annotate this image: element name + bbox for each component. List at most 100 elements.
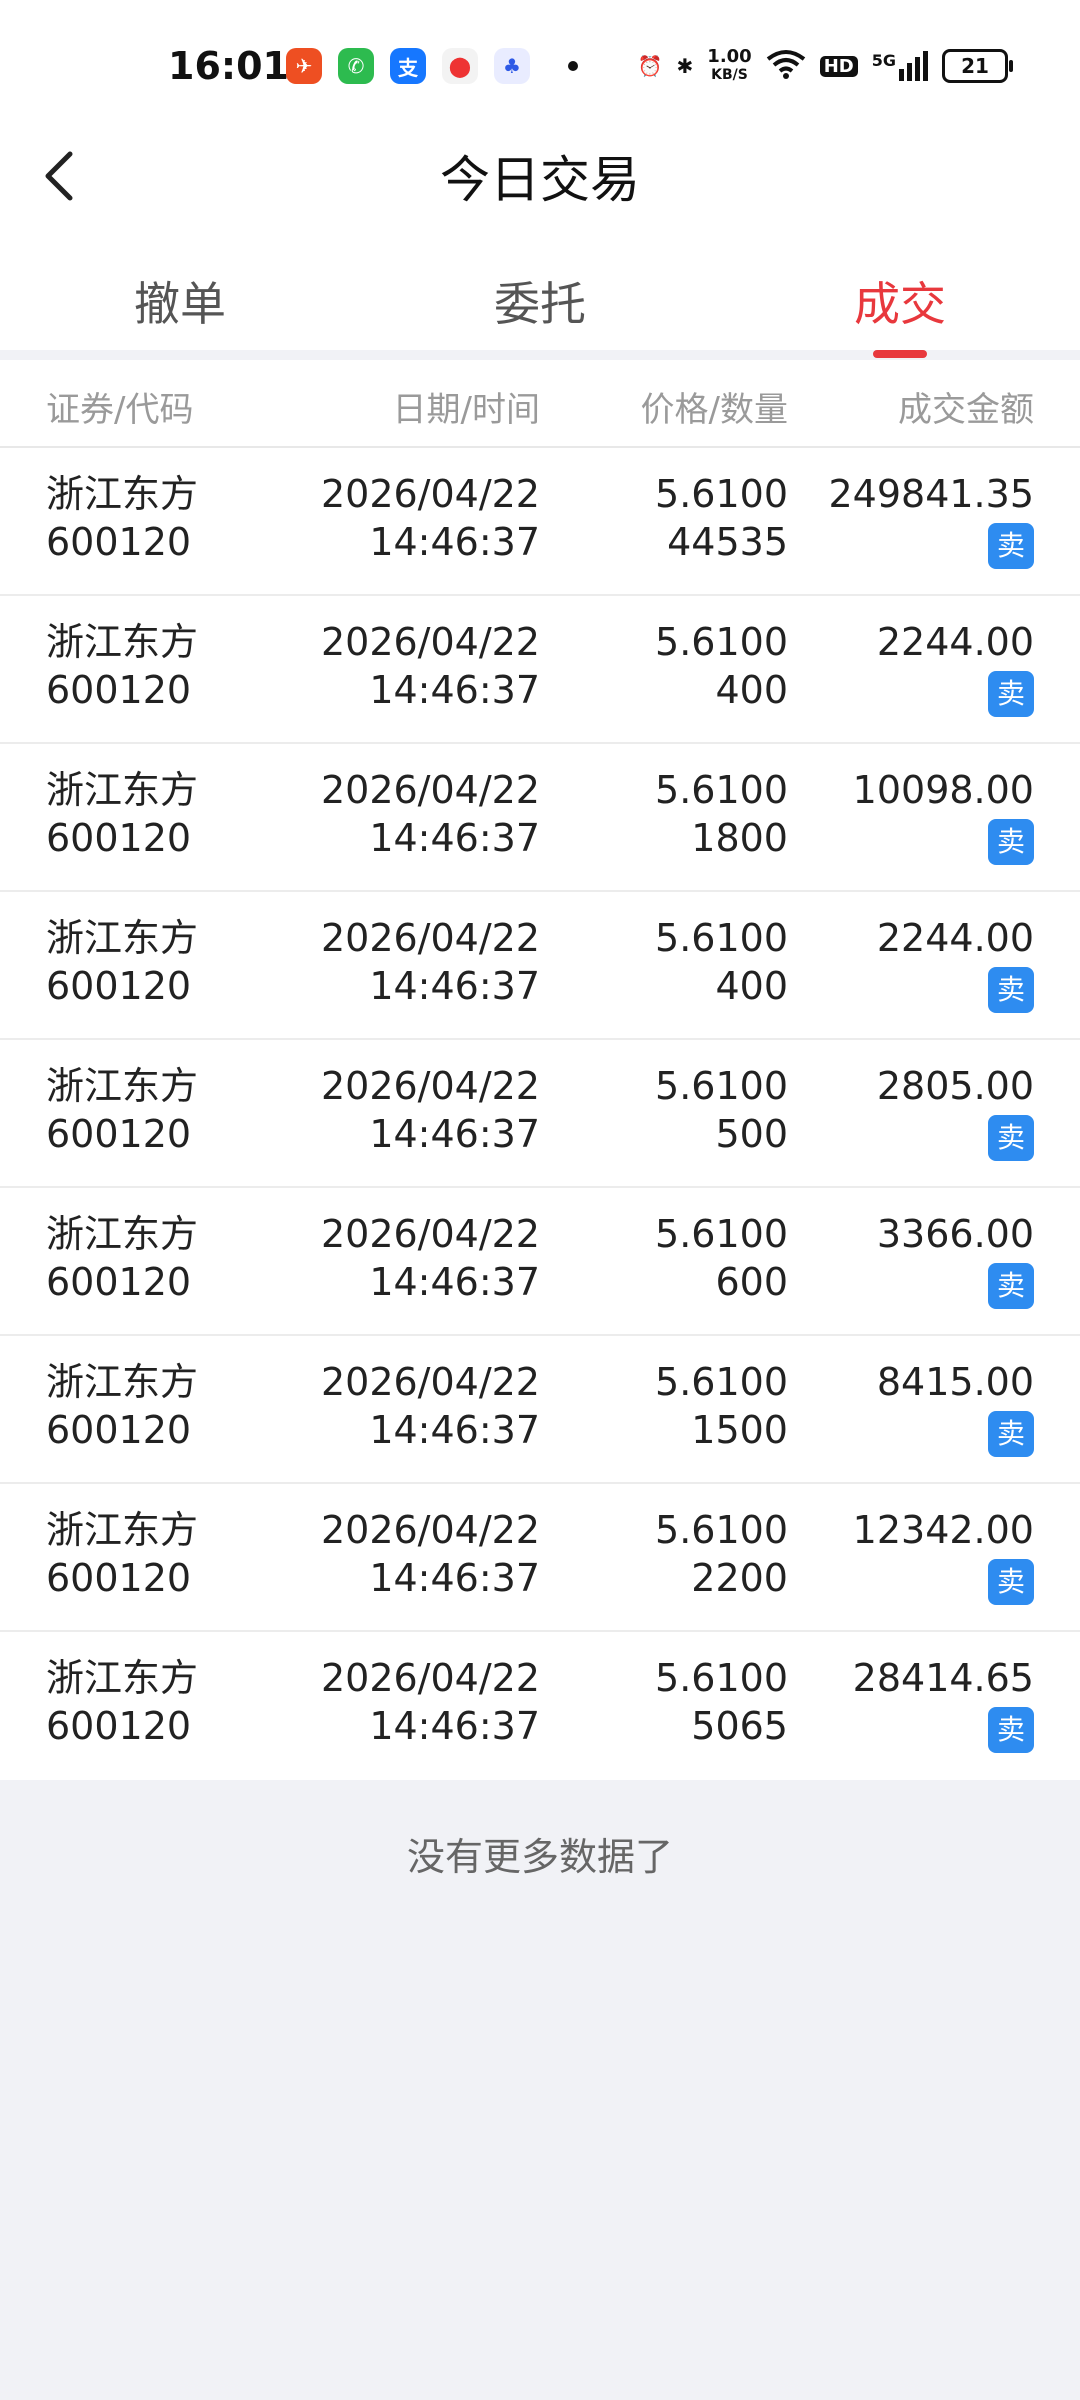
trade-amount: 2805.00 bbox=[876, 1064, 1034, 1108]
security-code: 600120 bbox=[46, 1260, 192, 1304]
security-code: 600120 bbox=[46, 1112, 192, 1156]
bluetooth-icon: ✱ bbox=[676, 54, 694, 78]
signal-5g-icon: 5G bbox=[872, 51, 928, 81]
trade-time: 14:46:37 bbox=[369, 816, 540, 860]
trade-price: 5.6100 bbox=[655, 1656, 788, 1700]
table-row[interactable]: 浙江东方 600120 2026/04/22 14:46:37 5.6100 2200… bbox=[0, 1484, 1080, 1632]
security-name: 浙江东方 bbox=[46, 1212, 199, 1256]
security-code: 600120 bbox=[46, 964, 192, 1008]
table-row[interactable]: 浙江东方 600120 2026/04/22 14:46:37 5.6100 4453… bbox=[0, 448, 1080, 596]
trade-quantity: 44535 bbox=[667, 520, 788, 564]
more-notifications-icon bbox=[568, 61, 578, 71]
battery-icon: 21 bbox=[942, 49, 1013, 83]
trade-price: 5.6100 bbox=[655, 916, 788, 960]
trade-amount: 8415.00 bbox=[876, 1360, 1034, 1404]
table-row[interactable]: 浙江东方 600120 2026/04/22 14:46:37 5.6100 400 … bbox=[0, 892, 1080, 1040]
trade-price: 5.6100 bbox=[655, 1508, 788, 1552]
trade-price: 5.6100 bbox=[655, 472, 788, 516]
flyer-app-icon: ✈ bbox=[286, 48, 322, 84]
table-row[interactable]: 浙江东方 600120 2026/04/22 14:46:37 5.6100 1800… bbox=[0, 744, 1080, 892]
column-header-amount: 成交金额 bbox=[898, 390, 1034, 430]
trade-time: 14:46:37 bbox=[369, 1556, 540, 1600]
sell-badge: 卖 bbox=[988, 1559, 1034, 1605]
tab-orders[interactable]: 委托 bbox=[360, 268, 720, 358]
security-name: 浙江东方 bbox=[46, 1064, 199, 1108]
table-row[interactable]: 浙江东方 600120 2026/04/22 14:46:37 5.6100 500 … bbox=[0, 1040, 1080, 1188]
trade-date: 2026/04/22 bbox=[320, 916, 540, 960]
notification-icons: ✈ ✆ 支 ⬤ ♣ bbox=[286, 48, 578, 84]
trade-amount: 28414.65 bbox=[852, 1656, 1034, 1700]
trade-amount: 2244.00 bbox=[876, 916, 1034, 960]
trade-date: 2026/04/22 bbox=[320, 1360, 540, 1404]
trade-price: 5.6100 bbox=[655, 1212, 788, 1256]
sell-badge: 卖 bbox=[988, 671, 1034, 717]
page-title: 今日交易 bbox=[440, 151, 640, 209]
table-row[interactable]: 浙江东方 600120 2026/04/22 14:46:37 5.6100 600 … bbox=[0, 1188, 1080, 1336]
column-header-datetime: 日期/时间 bbox=[392, 390, 540, 430]
alarm-icon: ⏰ bbox=[637, 54, 663, 78]
column-header-price-qty: 价格/数量 bbox=[640, 390, 788, 430]
table-row[interactable]: 浙江东方 600120 2026/04/22 14:46:37 5.6100 1500… bbox=[0, 1336, 1080, 1484]
security-code: 600120 bbox=[46, 1556, 192, 1600]
wifi-icon bbox=[766, 49, 806, 84]
tab-cancel-order[interactable]: 撤单 bbox=[0, 268, 360, 358]
status-time: 16:01 bbox=[168, 44, 289, 88]
trade-date: 2026/04/22 bbox=[320, 472, 540, 516]
no-more-data-text: 没有更多数据了 bbox=[406, 1835, 673, 1879]
signal-5g-label: 5G bbox=[871, 51, 896, 70]
battery-level: 21 bbox=[961, 54, 989, 78]
trade-amount: 3366.00 bbox=[876, 1212, 1034, 1256]
trade-amount: 12342.00 bbox=[852, 1508, 1034, 1552]
table-header: 证券/代码 日期/时间 价格/数量 成交金额 bbox=[0, 360, 1080, 448]
trade-quantity: 600 bbox=[715, 1260, 788, 1304]
trade-list: 浙江东方 600120 2026/04/22 14:46:37 5.6100 4453… bbox=[0, 448, 1080, 1780]
trade-date: 2026/04/22 bbox=[320, 768, 540, 812]
security-code: 600120 bbox=[46, 816, 192, 860]
trade-date: 2026/04/22 bbox=[320, 1064, 540, 1108]
trade-quantity: 5065 bbox=[691, 1704, 788, 1748]
trade-amount: 249841.35 bbox=[828, 472, 1035, 516]
trade-date: 2026/04/22 bbox=[320, 620, 540, 664]
trade-quantity: 400 bbox=[715, 668, 788, 712]
trade-price: 5.6100 bbox=[655, 1360, 788, 1404]
trade-price: 5.6100 bbox=[655, 620, 788, 664]
tab-trades-label: 成交 bbox=[854, 277, 946, 331]
trade-time: 14:46:37 bbox=[369, 668, 540, 712]
trade-time: 14:46:37 bbox=[369, 1260, 540, 1304]
network-speed-unit: KB/S bbox=[711, 67, 748, 83]
trade-time: 14:46:37 bbox=[369, 1112, 540, 1156]
table-row[interactable]: 浙江东方 600120 2026/04/22 14:46:37 5.6100 400 … bbox=[0, 596, 1080, 744]
sell-badge: 卖 bbox=[988, 1263, 1034, 1309]
trade-time: 14:46:37 bbox=[369, 964, 540, 1008]
security-code: 600120 bbox=[46, 520, 192, 564]
system-icons: ⏰ ✱ 1.00 KB/S HD 5G 21 bbox=[637, 46, 1013, 84]
network-speed-value: 1.00 bbox=[707, 46, 752, 67]
tab-trades[interactable]: 成交 bbox=[720, 268, 1080, 358]
trade-amount: 10098.00 bbox=[852, 768, 1034, 812]
security-name: 浙江东方 bbox=[46, 1656, 199, 1700]
trade-time: 14:46:37 bbox=[369, 1408, 540, 1452]
column-header-security: 证券/代码 bbox=[46, 390, 194, 430]
hd-icon: HD bbox=[819, 55, 858, 77]
trade-date: 2026/04/22 bbox=[320, 1656, 540, 1700]
trade-amount: 2244.00 bbox=[876, 620, 1034, 664]
sell-badge: 卖 bbox=[988, 1115, 1034, 1161]
security-code: 600120 bbox=[46, 668, 192, 712]
security-code: 600120 bbox=[46, 1704, 192, 1748]
security-name: 浙江东方 bbox=[46, 620, 199, 664]
sell-badge: 卖 bbox=[988, 1411, 1034, 1457]
trade-quantity: 1500 bbox=[691, 1408, 788, 1452]
baidu-app-icon: ♣ bbox=[494, 48, 530, 84]
security-name: 浙江东方 bbox=[46, 1360, 199, 1404]
sell-badge: 卖 bbox=[988, 819, 1034, 865]
table-row[interactable]: 浙江东方 600120 2026/04/22 14:46:37 5.6100 5065… bbox=[0, 1632, 1080, 1780]
trade-price: 5.6100 bbox=[655, 1064, 788, 1108]
trade-quantity: 500 bbox=[715, 1112, 788, 1156]
trade-date: 2026/04/22 bbox=[320, 1508, 540, 1552]
trade-date: 2026/04/22 bbox=[320, 1212, 540, 1256]
security-name: 浙江东方 bbox=[46, 472, 199, 516]
security-name: 浙江东方 bbox=[46, 1508, 199, 1552]
status-bar: 16:01 ✈ ✆ 支 ⬤ ♣ ⏰ ✱ 1.00 KB/S HD 5G 21 bbox=[0, 0, 1080, 140]
sell-badge: 卖 bbox=[988, 523, 1034, 569]
trade-quantity: 1800 bbox=[691, 816, 788, 860]
